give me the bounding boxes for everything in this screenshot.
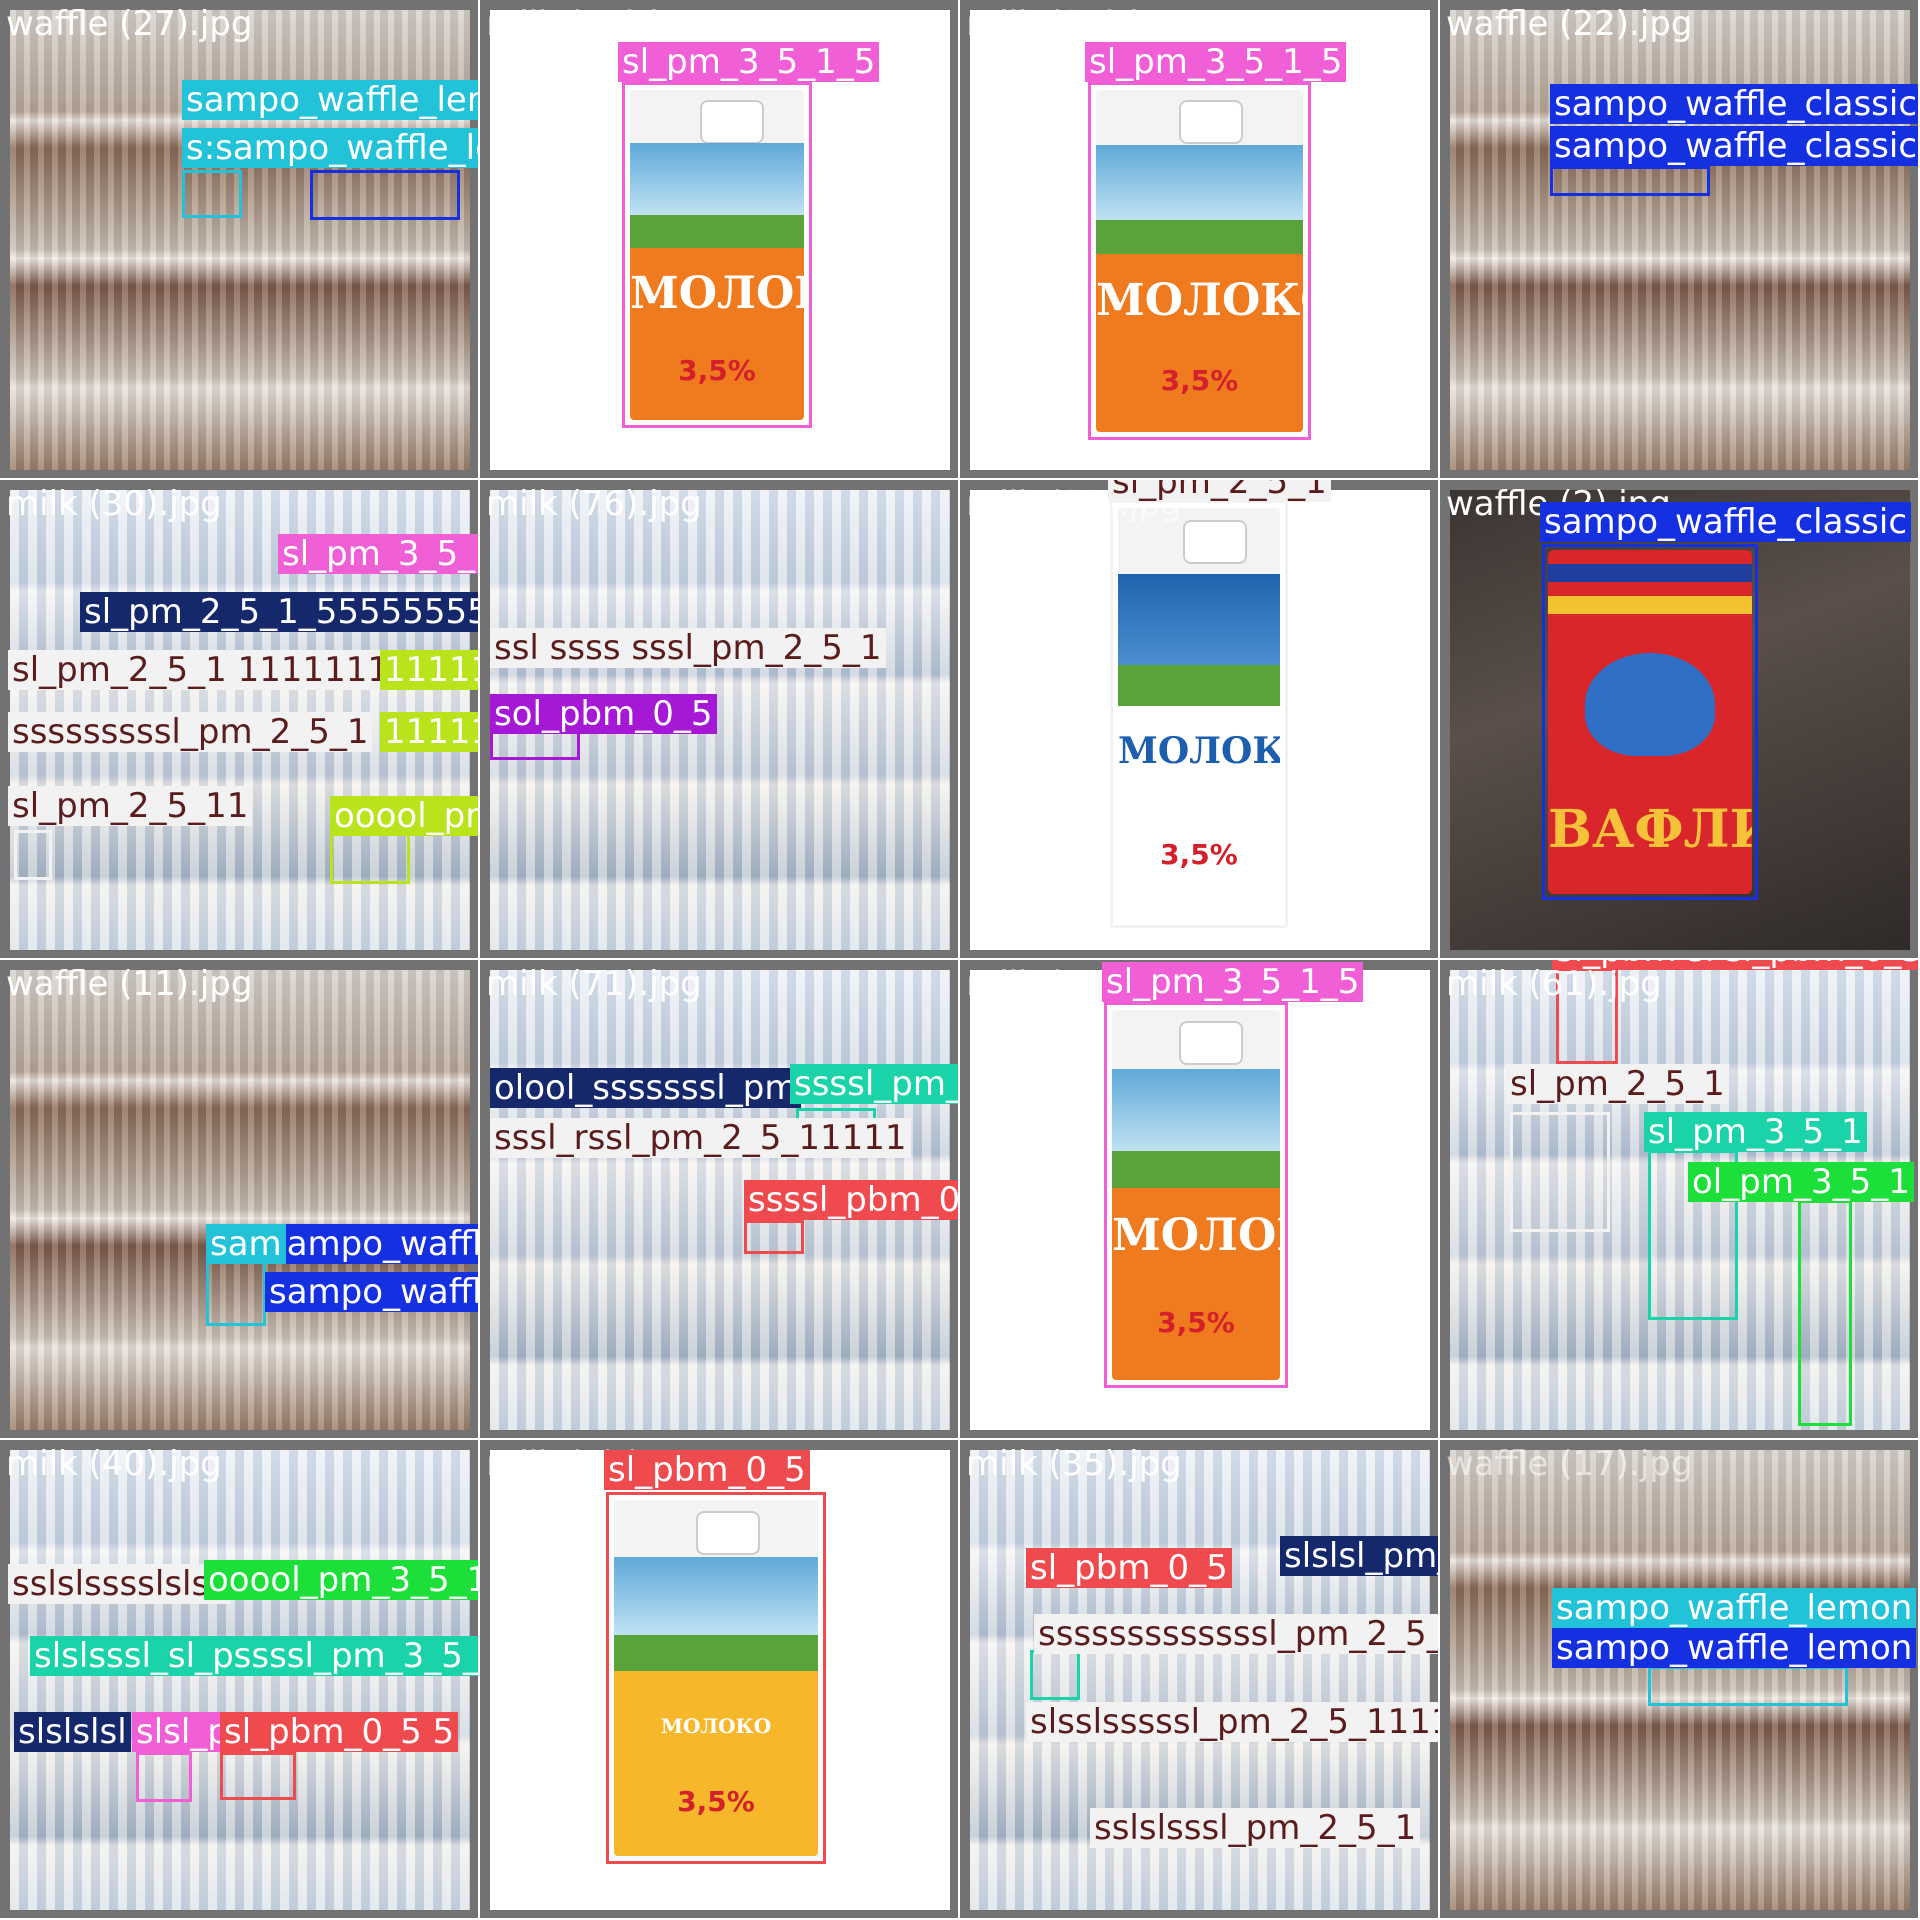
image-filename: waffle (27).jpg xyxy=(6,4,253,44)
image-filename: waffle (22).jpg xyxy=(1446,4,1693,44)
image-filename: milk (76).jpg xyxy=(486,484,702,524)
mosaic-grid: waffle (27).jpgsampo_waffle_lemonclassic… xyxy=(0,0,1920,1920)
mosaic-cell: milk (61).jpgsl_pbm sl sl_pbm_0_5 sl_pm_2… xyxy=(1440,960,1920,1440)
detection-label: olool_sssssssl_pm xyxy=(490,1068,802,1108)
mosaic-cell: МОЛОКО 3,5% milk (5).jpg sl_pbm_0_5 xyxy=(480,1440,960,1920)
detection-box xyxy=(182,170,242,218)
detection-label: sl_pm_2_5_11 xyxy=(8,786,253,826)
mosaic-cell: milk (76).jpg ssl ssss sssl_pm_2_5_1 sol_p… xyxy=(480,480,960,960)
mosaic-cell: МОЛОКО3,5%milk (45).jpgsl_pm_3_5_1_5 xyxy=(960,960,1440,1440)
detection-label: sl_pm_3_5_1 xyxy=(1644,1112,1867,1152)
detection-label: sampo_waffle_lemon xyxy=(182,80,478,120)
detection-label: sssssssssl_pm_2_5_1 xyxy=(8,712,373,752)
detection-label: sam xyxy=(206,1224,286,1264)
detection-label: s:sampo_waffle_lemon xyxy=(182,128,478,168)
detection-label: sl_pbm_0_5 5 xyxy=(220,1712,459,1752)
detection-label: sl_pm_2_5_1 1111111 xyxy=(8,650,393,690)
detection-label: sampo_waffle_lemon xyxy=(1552,1628,1917,1668)
detection-label: sol_pbm_0_5 xyxy=(490,694,717,734)
mosaic-cell: milk (35).jpg sl_pbm_0_5 slslsl_pm_2_5_1_5… xyxy=(960,1440,1440,1920)
detection-box xyxy=(744,1220,804,1254)
detection-label: sslslsssslslss xyxy=(8,1564,231,1604)
cell-image xyxy=(10,970,470,1430)
detection-label: ssl ssss sssl_pm_2_5_1 xyxy=(490,628,886,668)
mosaic-cell: ВАФЛИwaffle (2).jpgsampo_waffle_classic xyxy=(1440,480,1920,960)
detection-box xyxy=(1648,1666,1848,1706)
mosaic-cell: waffle (11).jpg sampo_waffle_classicsam sa… xyxy=(0,960,480,1440)
image-filename: milk (25).jpg xyxy=(966,4,1182,44)
mosaic-cell: waffle (22).jpg sampo_waffle_classic sampo… xyxy=(1440,0,1920,480)
detection-box xyxy=(136,1752,192,1802)
mosaic-cell: waffle (17).jpg sampo_waffle_lemon sampo_w… xyxy=(1440,1440,1920,1920)
detection-label: sampo_waffle_classic xyxy=(265,1224,478,1264)
detection-label: slslslsl xyxy=(14,1712,131,1752)
detection-label: slslsl_pm_2_5_1_5 xyxy=(1280,1536,1438,1576)
detection-label: sslslsssl_pm_2_5_1 xyxy=(1090,1808,1421,1848)
detection-box xyxy=(330,830,410,884)
detection-label: sl_pm_3_5_1_5_55555 xyxy=(278,534,478,574)
mosaic-cell: milk (71).jpg olool_sssssssl_pmssssl_pm_3… xyxy=(480,960,960,1440)
detection-box xyxy=(1030,1650,1080,1700)
mosaic-cell: МОЛОКО3,5%milk (66).jpgsl_pm_3_5_1_5 xyxy=(480,0,960,480)
image-filename: waffle (17).jpg xyxy=(1446,1444,1693,1484)
detection-box xyxy=(1798,1200,1852,1426)
image-filename: milk (66).jpg xyxy=(486,4,702,44)
detection-label: sampo_waffle_lemon xyxy=(1552,1588,1917,1628)
cell-image xyxy=(1450,10,1910,470)
detection-box xyxy=(606,1492,826,1864)
detection-label: ssssl_pm_3_5_1 xyxy=(790,1064,958,1104)
detection-label: sl_pm_2_5_1 xyxy=(1108,480,1331,502)
detection-box xyxy=(14,830,52,880)
detection-box xyxy=(220,1752,296,1800)
detection-box xyxy=(1550,166,1710,196)
detection-label: sl_pm_3_5_1_5 xyxy=(618,42,880,82)
detection-box xyxy=(1542,544,1758,900)
mosaic-cell: milk (40).jpg sslslsssslslss ooool_pm_3_5_… xyxy=(0,1440,480,1920)
image-filename: milk (61).jpg xyxy=(1446,964,1662,1004)
detection-label: sssssssssssssl_pm_2_5_11 xyxy=(1034,1614,1438,1654)
detection-box xyxy=(206,1260,266,1326)
mosaic-cell: МОЛОКО3,5%milk (20).jpgsl_pm_2_5_1 xyxy=(960,480,1440,960)
detection-label: sl_pm_2_5_1_5555555555555555 xyxy=(80,592,478,632)
detection-label: sl_pm_2_5_1 xyxy=(1506,1064,1729,1104)
image-filename: waffle (11).jpg xyxy=(6,964,253,1004)
detection-label: 111111 xyxy=(380,650,478,690)
mosaic-cell: МОЛОКО3,5%milk (25).jpgsl_pm_3_5_1_5 xyxy=(960,0,1440,480)
detection-label: ol_pm_3_5_1 xyxy=(1688,1162,1914,1202)
detection-label: sampo_waffle_classicic xyxy=(265,1272,478,1312)
detection-box xyxy=(622,82,812,428)
detection-label: slsl_p xyxy=(132,1712,233,1752)
detection-box xyxy=(490,730,580,760)
detection-label: sl_pbm_0_5 xyxy=(604,1450,810,1490)
detection-label: sampo_waffle_classic xyxy=(1550,84,1918,124)
mosaic-cell: waffle (27).jpgsampo_waffle_lemonclassic… xyxy=(0,0,480,480)
detection-label: ooool_pm_2_5_1 xyxy=(330,796,478,836)
detection-label: sl_pbm sl sl_pbm_0_5 xyxy=(1552,960,1918,970)
detection-box xyxy=(1110,500,1288,928)
detection-label: sampo_waffle_classic xyxy=(1550,126,1918,166)
image-filename: milk (40).jpg xyxy=(6,1444,222,1484)
detection-label: 11111 xyxy=(380,712,478,752)
detection-label: ssssl_pbm_0_5 xyxy=(744,1180,958,1220)
detection-label: ooool_pm_3_5_1 xyxy=(204,1560,478,1600)
cell-image xyxy=(10,10,470,470)
cell-image xyxy=(10,1450,470,1910)
detection-label: sl_pm_3_5_1_5 xyxy=(1085,42,1347,82)
mosaic-cell: milk (30).jpg sl_pm_3_5_1_5_55555 sl_pm_2_… xyxy=(0,480,480,960)
detection-label: sl_pbm_0_5 xyxy=(1026,1548,1232,1588)
detection-box xyxy=(1088,82,1311,440)
detection-label: slslsssl_sl_pssssl_pm_3_5_1 xyxy=(30,1636,478,1676)
detection-label: slsslsssssl_pm_2_5_11111111 xyxy=(1026,1702,1438,1742)
detection-box xyxy=(1104,1002,1288,1388)
image-filename: milk (30).jpg xyxy=(6,484,222,524)
detection-box xyxy=(1510,1112,1610,1232)
detection-label: sssl_rssl_pm_2_5_11111 xyxy=(490,1118,911,1158)
detection-box xyxy=(310,170,460,220)
image-filename: milk (35).jpg xyxy=(966,1444,1182,1484)
image-filename: milk (71).jpg xyxy=(486,964,702,1004)
detection-label: sl_pm_3_5_1_5 xyxy=(1102,962,1364,1002)
detection-label: sampo_waffle_classic xyxy=(1540,502,1912,542)
